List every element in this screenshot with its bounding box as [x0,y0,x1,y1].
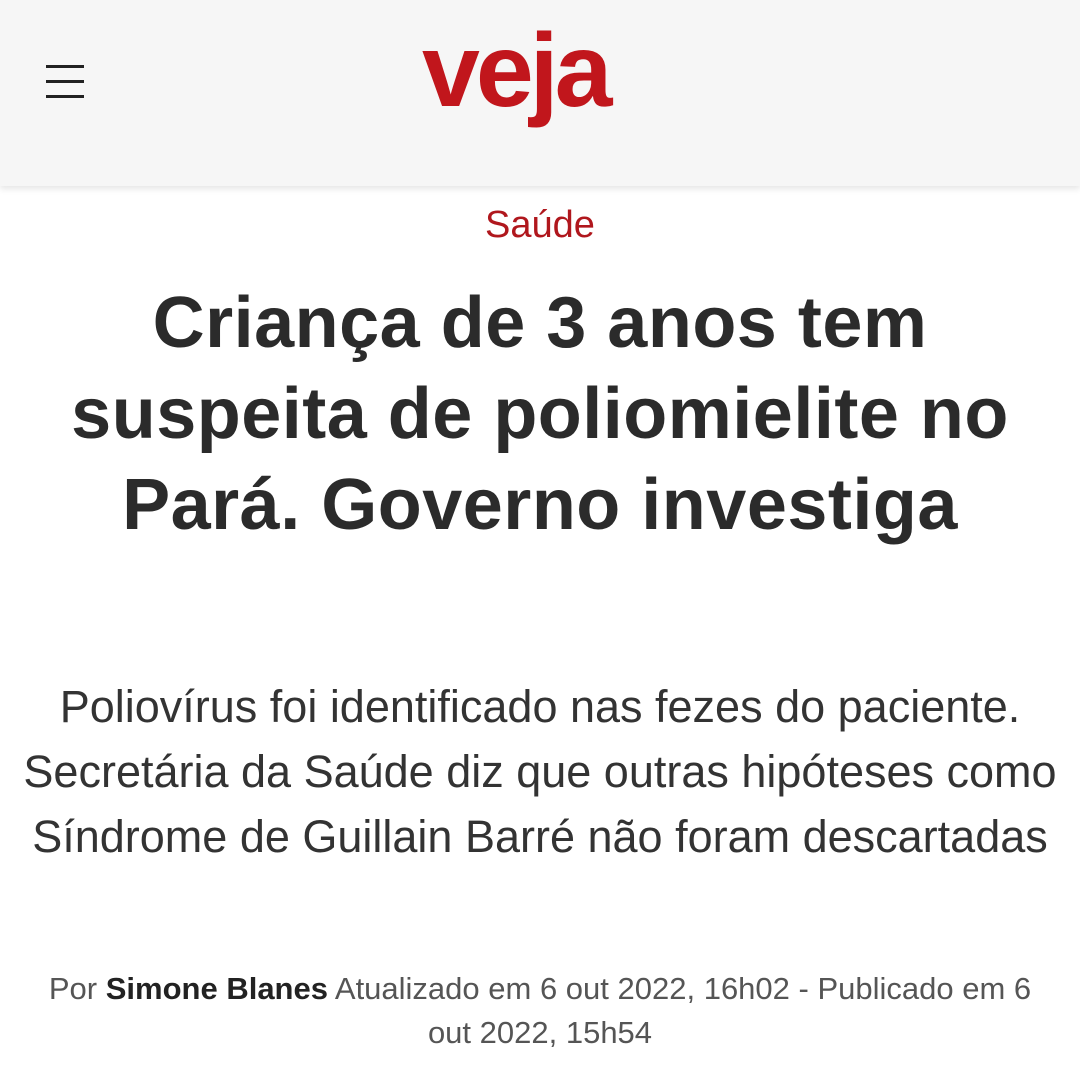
article-byline: Por Simone Blanes Atualizado em 6 out 20… [30,967,1050,1055]
svg-text:veja: veja [422,24,614,129]
author-link[interactable]: Simone Blanes [106,971,328,1006]
site-header: veja [0,0,1080,186]
publish-dates: Atualizado em 6 out 2022, 16h02 - Public… [334,971,1032,1050]
section-label[interactable]: Saúde [0,203,1080,247]
hamburger-menu-icon[interactable] [46,63,86,101]
veja-logo[interactable]: veja [418,24,668,146]
article-subtitle: Poliovírus foi identificado nas fezes do… [23,681,1057,862]
article-headline: Criança de 3 anos tem suspeita de poliom… [71,283,1009,545]
byline-prefix: Por [48,971,98,1006]
